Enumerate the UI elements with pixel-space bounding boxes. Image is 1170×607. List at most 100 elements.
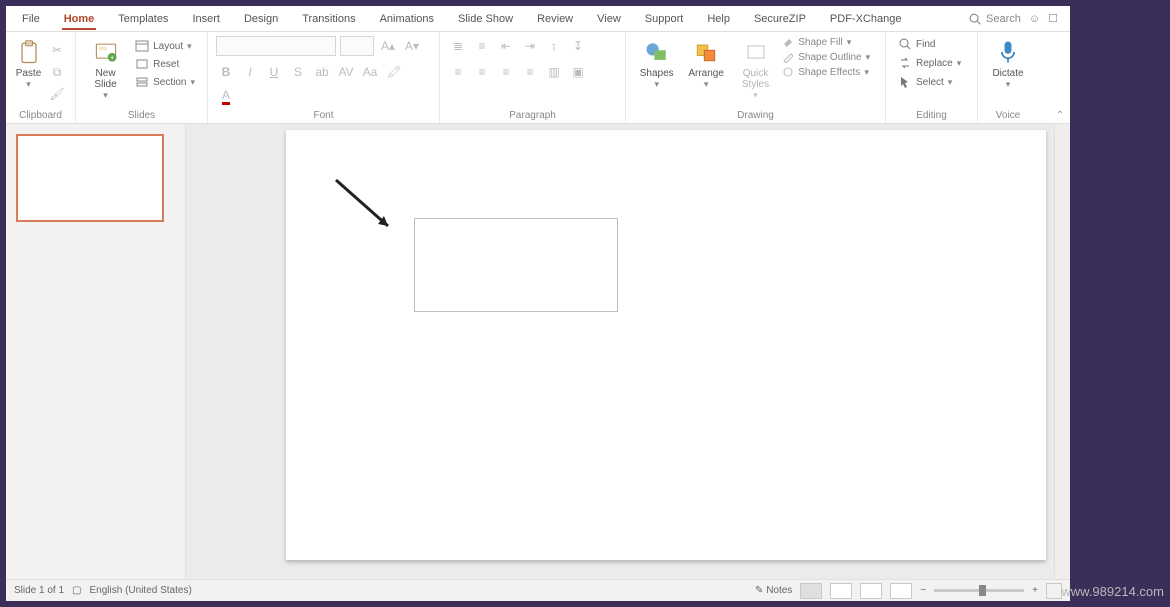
section-button[interactable]: Section▾ (131, 74, 199, 90)
convert-smartart-button[interactable]: ▣ (568, 62, 588, 82)
slide-thumbnails-panel[interactable] (6, 124, 186, 579)
increase-font-button[interactable]: A▴ (378, 36, 398, 56)
font-color-button[interactable]: A (216, 86, 236, 106)
decrease-font-button[interactable]: A▾ (402, 36, 422, 56)
shape-fill-button[interactable]: Shape Fill▾ (782, 36, 877, 48)
shape-effects-button[interactable]: Shape Effects▾ (782, 66, 877, 78)
slide-1[interactable] (286, 130, 1046, 560)
tab-templates[interactable]: Templates (106, 8, 180, 29)
ribbon: Paste ▾ ✂ ⧉ 🖌 Clipboard + New Slide ▾ (6, 32, 1070, 124)
underline-button[interactable]: U (264, 62, 284, 82)
dictate-label: Dictate (992, 68, 1023, 79)
zoom-out-button[interactable]: − (920, 585, 926, 596)
highlight-button[interactable]: 🖍 (384, 62, 404, 82)
text-direction-button[interactable]: ↧ (568, 36, 588, 56)
share-button[interactable]: ☺ (1029, 13, 1040, 25)
shapes-button[interactable]: Shapes ▾ (634, 36, 679, 90)
spellcheck-icon[interactable]: ▢ (72, 585, 81, 596)
select-button[interactable]: Select▾ (894, 74, 965, 90)
tab-support[interactable]: Support (633, 8, 696, 29)
comments-button[interactable]: ☐ (1048, 12, 1058, 25)
copy-button[interactable]: ⧉ (47, 62, 67, 82)
reset-icon (135, 57, 149, 71)
bold-button[interactable]: B (216, 62, 236, 82)
normal-view-button[interactable] (800, 583, 822, 599)
tab-file[interactable]: File (10, 8, 52, 29)
slide-canvas-area[interactable] (186, 124, 1070, 579)
italic-button[interactable]: I (240, 62, 260, 82)
reset-button[interactable]: Reset (131, 56, 199, 72)
tab-transitions[interactable]: Transitions (290, 8, 367, 29)
replace-icon (898, 56, 912, 70)
justify-button[interactable]: ≡ (520, 62, 540, 82)
align-center-button[interactable]: ≡ (472, 62, 492, 82)
font-size-input[interactable] (340, 36, 374, 56)
tab-pdfxchange[interactable]: PDF-XChange (818, 8, 914, 29)
reading-view-button[interactable] (860, 583, 882, 599)
tab-home[interactable]: Home (52, 8, 107, 29)
paste-label: Paste (16, 68, 42, 79)
format-painter-button[interactable]: 🖌 (47, 84, 67, 104)
slide-sorter-view-button[interactable] (830, 583, 852, 599)
arrow-shape[interactable] (330, 174, 400, 238)
chevron-down-icon: ▾ (753, 90, 758, 101)
strikethrough-button[interactable]: S (288, 62, 308, 82)
paint-bucket-icon (782, 36, 794, 48)
new-slide-icon: + (92, 38, 120, 66)
fit-to-window-button[interactable] (1046, 583, 1062, 599)
tab-animations[interactable]: Animations (368, 8, 446, 29)
pen-icon (782, 51, 794, 63)
change-case-button[interactable]: Aa (360, 62, 380, 82)
columns-button[interactable]: ▥ (544, 62, 564, 82)
tab-securezip[interactable]: SecureZIP (742, 8, 818, 29)
align-right-button[interactable]: ≡ (496, 62, 516, 82)
notes-button[interactable]: ✎ Notes (755, 585, 792, 596)
group-label-paragraph: Paragraph (448, 108, 617, 121)
zoom-in-button[interactable]: + (1032, 585, 1038, 596)
language-indicator[interactable]: English (United States) (90, 585, 192, 596)
zoom-slider[interactable] (934, 589, 1024, 592)
align-left-button[interactable]: ≡ (448, 62, 468, 82)
bullets-button[interactable]: ≣ (448, 36, 468, 56)
decrease-indent-button[interactable]: ⇤ (496, 36, 516, 56)
font-name-input[interactable] (216, 36, 336, 56)
dictate-button[interactable]: Dictate ▾ (986, 36, 1030, 90)
numbering-button[interactable]: ≡ (472, 36, 492, 56)
tab-slideshow[interactable]: Slide Show (446, 8, 525, 29)
search-box[interactable]: Search (968, 12, 1021, 26)
slideshow-view-button[interactable] (890, 583, 912, 599)
ribbon-tabstrip: File Home Templates Insert Design Transi… (6, 6, 1070, 32)
line-spacing-button[interactable]: ↕ (544, 36, 564, 56)
chevron-down-icon: ▾ (26, 79, 31, 90)
group-label-voice: Voice (986, 108, 1030, 121)
cut-button[interactable]: ✂ (47, 40, 67, 60)
quick-styles-button[interactable]: Quick Styles ▾ (733, 36, 778, 101)
vertical-scrollbar[interactable] (1054, 124, 1070, 579)
slide-thumbnail-1[interactable] (16, 134, 164, 222)
group-label-slides: Slides (84, 108, 199, 121)
new-slide-button[interactable]: + New Slide ▾ (84, 36, 127, 101)
shape-outline-button[interactable]: Shape Outline▾ (782, 51, 877, 63)
tab-help[interactable]: Help (695, 8, 742, 29)
layout-button[interactable]: Layout▾ (131, 38, 199, 54)
search-label: Search (986, 13, 1021, 25)
character-spacing-button[interactable]: AV (336, 62, 356, 82)
tab-design[interactable]: Design (232, 8, 290, 29)
paste-button[interactable]: Paste ▾ (14, 36, 43, 90)
chevron-down-icon: ▾ (654, 79, 659, 90)
arrange-label: Arrange (688, 68, 724, 79)
tab-view[interactable]: View (585, 8, 633, 29)
replace-button[interactable]: Replace▾ (894, 55, 965, 71)
find-button[interactable]: Find (894, 36, 965, 52)
shadow-button[interactable]: ab (312, 62, 332, 82)
shapes-label: Shapes (640, 68, 674, 79)
tab-review[interactable]: Review (525, 8, 585, 29)
tab-insert[interactable]: Insert (180, 8, 232, 29)
text-placeholder[interactable] (414, 218, 618, 312)
collapse-ribbon-button[interactable]: ⌃ (1056, 110, 1064, 121)
increase-indent-button[interactable]: ⇥ (520, 36, 540, 56)
group-label-editing: Editing (894, 108, 969, 121)
svg-text:+: + (110, 55, 114, 62)
arrange-button[interactable]: Arrange ▾ (683, 36, 728, 90)
arrange-icon (692, 38, 720, 66)
